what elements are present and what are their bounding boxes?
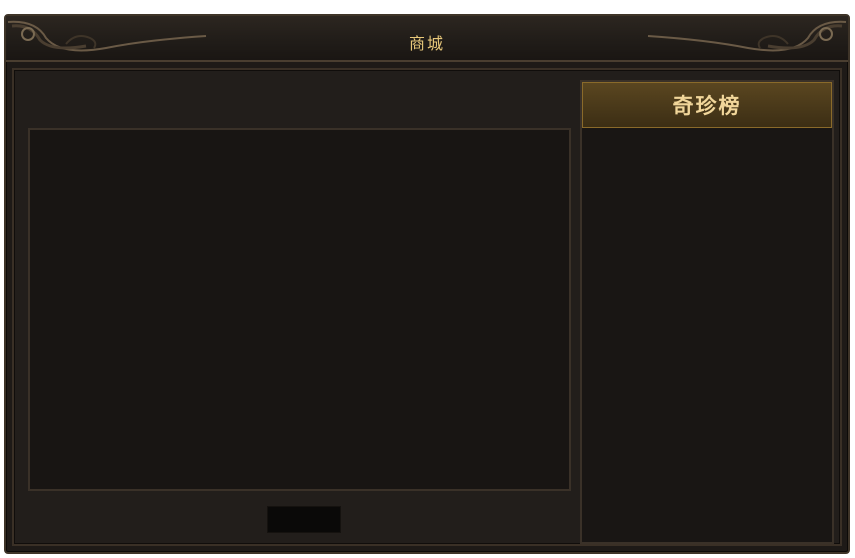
window-title: 商城 xyxy=(408,34,445,53)
title-bar[interactable]: 商城 xyxy=(6,16,848,62)
ranking-header[interactable]: 奇珍榜 xyxy=(582,82,832,128)
ranking-panel: 奇珍榜 xyxy=(580,80,834,544)
item-list-area[interactable] xyxy=(28,128,571,491)
content-frame: 奇珍榜 xyxy=(12,68,842,546)
ranking-title: 奇珍榜 xyxy=(672,93,742,118)
shop-window: 商城 奇珍榜 xyxy=(4,14,850,554)
pagination-slot[interactable] xyxy=(267,506,341,533)
